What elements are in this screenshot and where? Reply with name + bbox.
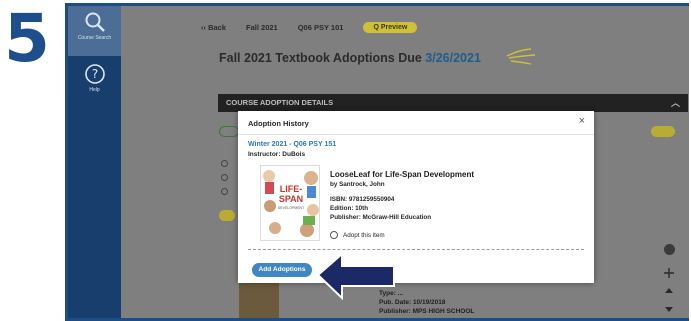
preview-button[interactable]: Q Preview [363, 21, 418, 33]
step-number: 5 [4, 0, 50, 77]
move-icon[interactable] [664, 268, 674, 278]
cover-title-1: LIFE- [280, 184, 303, 194]
book-publisher: Publisher: McGraw-Hill Education [330, 214, 432, 221]
background-pill [219, 210, 235, 221]
dialog-title: Adoption History [248, 119, 309, 128]
sidebar: Course Search ? Help [68, 6, 121, 318]
close-icon[interactable]: × [579, 115, 585, 127]
instructor-label: Instructor: DuBois [248, 151, 306, 158]
arrow-down-icon[interactable] [665, 304, 673, 312]
page-title: Fall 2021 Textbook Adoptions Due 3/26/20… [219, 51, 481, 65]
book-cover-image: LIFE- SPAN DEVELOPMENT [260, 165, 320, 241]
search-icon [85, 12, 105, 32]
sidebar-item-course-search[interactable]: Course Search [68, 6, 121, 56]
back-link[interactable]: ‹‹ Back [201, 23, 226, 32]
course-label: Q06 PSY 101 [297, 22, 344, 32]
background-publisher: Publisher: MPS HIGH SCHOOL [379, 308, 475, 315]
course-link[interactable]: Winter 2021 - Q06 PSY 151 [248, 141, 336, 148]
book-title: LooseLeaf for Life-Span Development [330, 170, 475, 179]
book-cover-art: LIFE- SPAN DEVELOPMENT [261, 166, 319, 240]
term-label: Fall 2021 [246, 22, 278, 32]
sidebar-item-help[interactable]: ? Help [68, 58, 121, 108]
sidebar-item-label: Help [89, 87, 100, 93]
adopt-radio[interactable] [330, 231, 338, 239]
cover-title-3: DEVELOPMENT [278, 206, 305, 210]
background-pub-date: Pub. Date: 10/19/2018 [379, 299, 446, 306]
divider [248, 249, 584, 250]
add-adoptions-button[interactable]: Add Adoptions [252, 263, 312, 277]
due-date: 3/26/2021 [425, 51, 481, 65]
book-edition: Edition: 10th [330, 205, 369, 212]
svg-text:?: ? [91, 67, 97, 81]
adopt-item-option[interactable]: Adopt this item [330, 231, 385, 239]
book-author: by Santrock, John [330, 181, 385, 188]
background-radio [221, 188, 228, 195]
cover-title-2: SPAN [279, 194, 303, 204]
background-pill [219, 126, 239, 137]
help-icon: ? [84, 64, 105, 84]
page-title-text: Fall 2021 Textbook Adoptions Due [219, 51, 422, 65]
dialog-header: Adoption History × [238, 111, 594, 135]
adoption-history-dialog: Adoption History × Winter 2021 - Q06 PSY… [238, 111, 594, 283]
pointer-arrow-icon [318, 254, 395, 300]
book-isbn: ISBN: 9781259550904 [330, 196, 395, 203]
background-radio [221, 160, 228, 167]
section-title: COURSE ADOPTION DETAILS [226, 98, 334, 107]
breadcrumb: ‹‹ Back Fall 2021 Q06 PSY 101 Q Preview [201, 20, 418, 34]
arrow-up-icon[interactable] [665, 288, 673, 296]
chevron-up-icon[interactable]: ︿ [671, 94, 680, 112]
section-header[interactable]: COURSE ADOPTION DETAILS ︿ [218, 94, 688, 112]
sidebar-item-label: Course Search [77, 35, 112, 41]
background-pill [651, 126, 675, 137]
sparkle-icon [506, 48, 536, 65]
tutorial-step: 5 Course Search ? Help ‹‹ Back Fall 2021… [0, 0, 691, 321]
close-float-button[interactable] [664, 244, 675, 255]
background-radio [221, 174, 228, 181]
adopt-label: Adopt this item [343, 231, 385, 239]
